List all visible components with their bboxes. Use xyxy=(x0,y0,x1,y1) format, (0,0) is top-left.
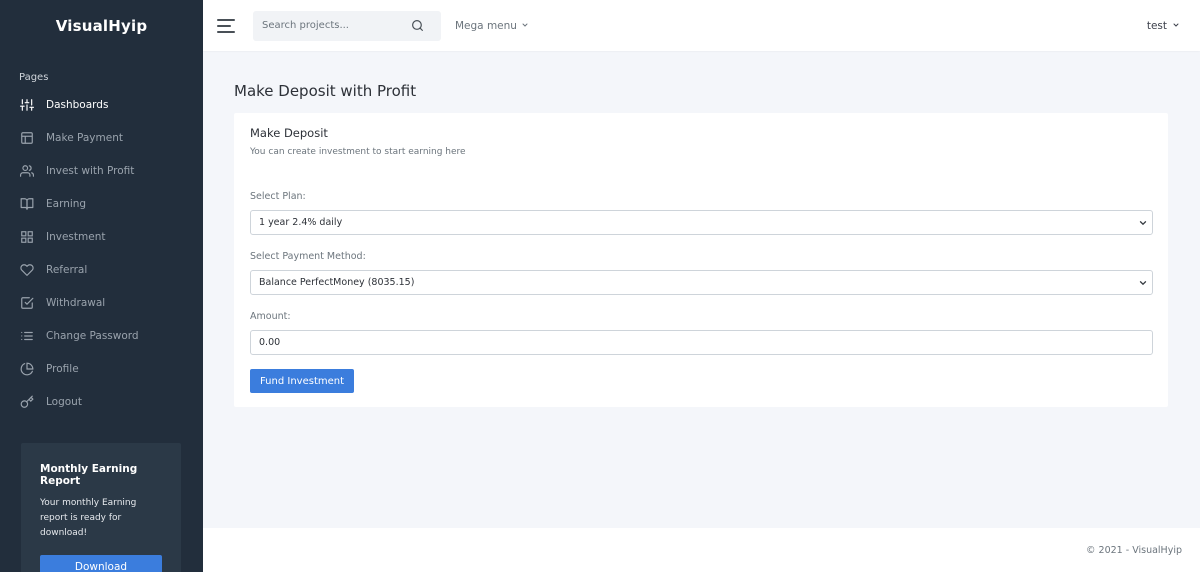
chevron-down-icon xyxy=(1172,20,1180,32)
plan-select-value: 1 year 2.4% daily xyxy=(259,217,343,228)
sidebar-item-dashboards[interactable]: Dashboards xyxy=(0,88,203,121)
list-icon xyxy=(19,328,35,344)
sidebar-item-make-payment[interactable]: Make Payment xyxy=(0,121,203,154)
sidebar-item-label: Withdrawal xyxy=(46,296,106,309)
amount-label: Amount: xyxy=(250,311,291,322)
download-button[interactable]: Download xyxy=(40,555,162,572)
sidebar-item-profile[interactable]: Profile xyxy=(0,352,203,385)
amount-input-value: 0.00 xyxy=(259,337,281,348)
page-title: Make Deposit with Profit xyxy=(234,82,417,100)
heart-icon xyxy=(19,262,35,278)
sidebar-item-label: Investment xyxy=(46,230,106,243)
card-subtitle: You can create investment to start earni… xyxy=(250,147,466,157)
sidebar-item-earning[interactable]: Earning xyxy=(0,187,203,220)
sidebar-item-label: Dashboards xyxy=(46,98,109,111)
chevron-down-icon xyxy=(521,20,529,32)
sidebar-item-label: Invest with Profit xyxy=(46,164,135,177)
payment-method-label: Select Payment Method: xyxy=(250,251,366,262)
sidebar: VisualHyip Pages Dashboards Make Payment… xyxy=(0,0,203,572)
earning-report-text: Your monthly Earning report is ready for… xyxy=(40,498,137,538)
earning-report-title: Monthly Earning Report xyxy=(40,463,138,487)
earning-report-card: Monthly Earning Report Your monthly Earn… xyxy=(21,443,181,572)
plan-label: Select Plan: xyxy=(250,191,306,202)
user-name: test xyxy=(1146,19,1167,32)
layout-icon xyxy=(19,130,35,146)
mega-menu-label: Mega menu xyxy=(455,19,517,32)
sidebar-item-label: Change Password xyxy=(46,329,139,342)
sidebar-item-withdrawal[interactable]: Withdrawal xyxy=(0,286,203,319)
chevron-down-icon xyxy=(1139,281,1147,286)
payment-method-select-value: Balance PerfectMoney (8035.15) xyxy=(259,277,415,288)
sliders-icon xyxy=(19,97,35,113)
sidebar-item-label: Profile xyxy=(46,362,79,375)
sidebar-item-logout[interactable]: Logout xyxy=(0,385,203,418)
brand-logo[interactable]: VisualHyip xyxy=(0,0,203,52)
sidebar-item-referral[interactable]: Referral xyxy=(0,253,203,286)
sidebar-item-label: Make Payment xyxy=(46,131,123,144)
card-title: Make Deposit xyxy=(250,126,328,140)
pie-chart-icon xyxy=(19,361,35,377)
sidebar-section-header: Pages xyxy=(19,72,49,83)
sidebar-toggle-icon[interactable] xyxy=(217,15,239,37)
sidebar-item-label: Logout xyxy=(46,395,82,408)
sidebar-item-invest-with-profit[interactable]: Invest with Profit xyxy=(0,154,203,187)
search-box xyxy=(253,10,441,41)
sidebar-item-label: Referral xyxy=(46,263,88,276)
main-content: Make Deposit with Profit Make Deposit Yo… xyxy=(203,51,1200,528)
search-icon[interactable] xyxy=(409,18,425,34)
chevron-down-icon xyxy=(1139,221,1147,226)
fund-investment-button[interactable]: Fund Investment xyxy=(250,369,354,393)
book-open-icon xyxy=(19,196,35,212)
sidebar-item-change-password[interactable]: Change Password xyxy=(0,319,203,352)
key-icon xyxy=(19,394,35,410)
footer: © 2021 - VisualHyip xyxy=(203,528,1200,572)
sidebar-nav: Dashboards Make Payment Invest with Prof… xyxy=(0,88,203,418)
grid-icon xyxy=(19,229,35,245)
user-dropdown[interactable]: test xyxy=(1147,0,1180,51)
check-square-icon xyxy=(19,295,35,311)
plan-select[interactable]: 1 year 2.4% daily xyxy=(250,210,1153,235)
deposit-card: Make Deposit You can create investment t… xyxy=(234,113,1168,407)
users-icon xyxy=(19,163,35,179)
mega-menu-dropdown[interactable]: Mega menu xyxy=(455,20,529,32)
search-input[interactable] xyxy=(253,20,409,31)
payment-method-select[interactable]: Balance PerfectMoney (8035.15) xyxy=(250,270,1153,295)
amount-input[interactable]: 0.00 xyxy=(250,330,1153,355)
sidebar-item-investment[interactable]: Investment xyxy=(0,220,203,253)
top-navbar: Mega menu test xyxy=(203,0,1200,51)
sidebar-item-label: Earning xyxy=(46,197,87,210)
footer-copyright: © 2021 - VisualHyip xyxy=(1086,544,1182,556)
